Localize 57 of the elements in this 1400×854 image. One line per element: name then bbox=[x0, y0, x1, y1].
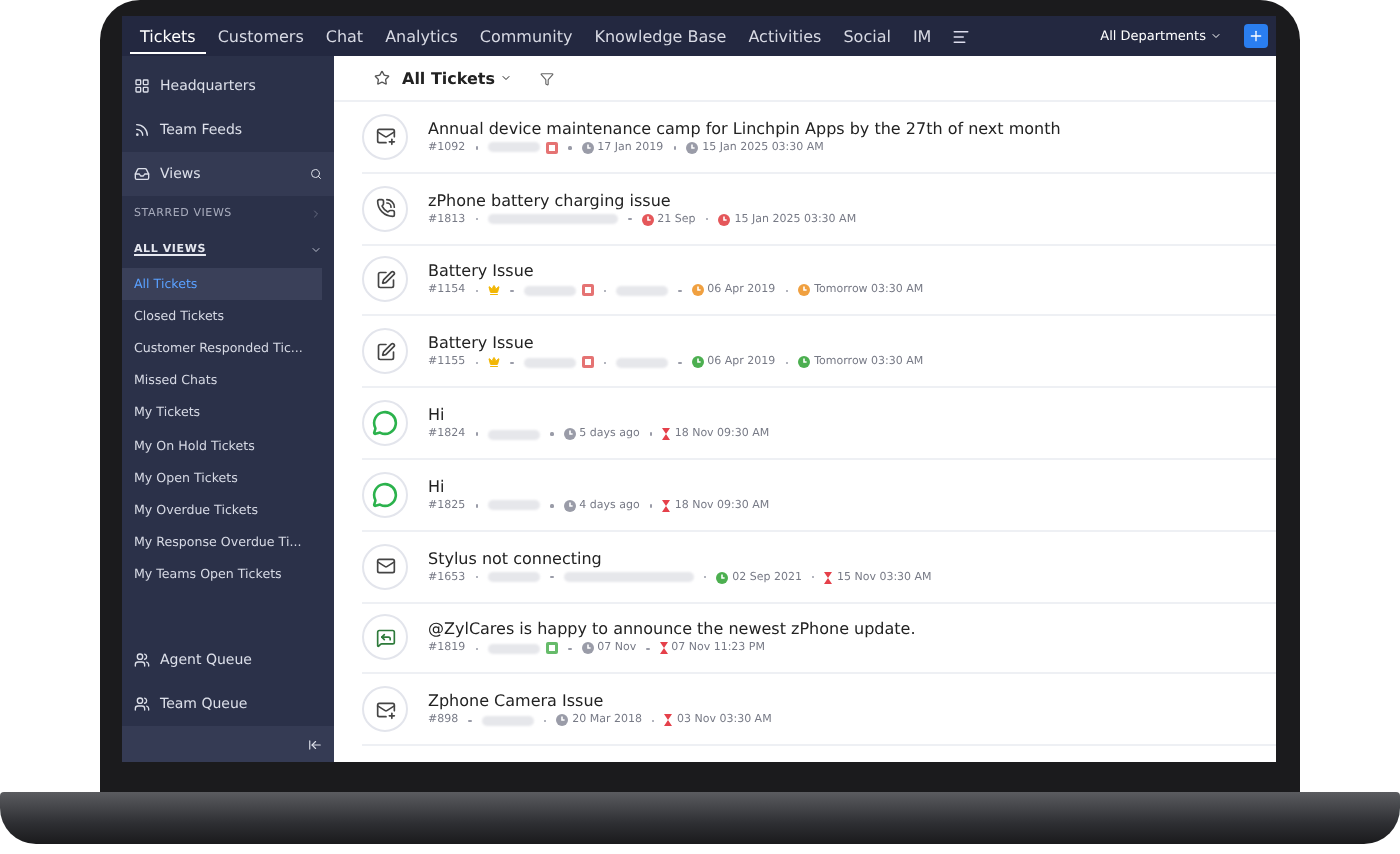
blurred-text bbox=[488, 429, 541, 440]
blurred-text bbox=[481, 715, 534, 726]
phone-icon bbox=[375, 198, 395, 219]
ticket-title[interactable]: Annual device maintenance camp for Linchpin Apps by the 27th of next month bbox=[428, 119, 1061, 138]
ticket-title[interactable]: Hi bbox=[428, 406, 770, 425]
filter-icon[interactable] bbox=[539, 71, 554, 85]
ticket-title[interactable]: Battery Issue bbox=[428, 262, 924, 281]
ticket-title[interactable]: Zphone Camera Issue bbox=[428, 692, 772, 711]
chat-bubble-icon bbox=[372, 410, 398, 437]
ticket-title[interactable]: Battery Issue bbox=[428, 334, 924, 353]
search-icon[interactable] bbox=[310, 168, 322, 180]
blurred-text bbox=[616, 285, 669, 296]
blurred-text bbox=[523, 357, 576, 368]
ticket-title[interactable]: Stylus not connecting bbox=[428, 549, 932, 568]
form-icon bbox=[375, 269, 395, 290]
ticket-title[interactable]: zPhone battery charging issue bbox=[428, 191, 857, 210]
blurred-text bbox=[488, 500, 541, 511]
add-button[interactable] bbox=[1244, 24, 1268, 48]
users-icon bbox=[134, 696, 150, 712]
nav-tab[interactable]: Analytics bbox=[375, 19, 468, 53]
nav-tab[interactable]: Social bbox=[833, 19, 901, 53]
blurred-text bbox=[523, 285, 576, 296]
blurred-text bbox=[488, 214, 619, 225]
nav-tab[interactable]: Activities bbox=[738, 19, 832, 53]
nav-tab[interactable]: Tickets bbox=[130, 19, 206, 53]
grid-icon bbox=[134, 78, 150, 94]
blurred-text bbox=[616, 357, 669, 368]
nav-tab[interactable]: Chat bbox=[315, 19, 374, 53]
view-selector[interactable]: All Tickets bbox=[402, 69, 512, 87]
form-icon bbox=[375, 341, 395, 362]
caret-icon bbox=[1210, 30, 1222, 42]
reply-icon bbox=[375, 627, 395, 648]
nav-tab[interactable]: Knowledge Base bbox=[584, 19, 737, 53]
blurred-text bbox=[563, 572, 694, 583]
mail-icon bbox=[375, 556, 395, 577]
chevron-icon[interactable] bbox=[310, 244, 322, 256]
mail-icon bbox=[375, 126, 395, 147]
blurred-text bbox=[488, 572, 541, 583]
star-icon[interactable] bbox=[374, 70, 390, 86]
mail-icon bbox=[375, 699, 395, 720]
collapse-icon[interactable] bbox=[308, 737, 322, 751]
ticket-title[interactable]: @ZylCares is happy to announce the newest zPhone update. bbox=[428, 620, 916, 639]
inbox-icon bbox=[134, 166, 150, 182]
caret-icon bbox=[499, 72, 512, 84]
nav-tab[interactable]: Customers bbox=[207, 19, 314, 53]
users-icon bbox=[134, 652, 150, 668]
more-icon[interactable] bbox=[951, 27, 970, 45]
crown-icon bbox=[488, 356, 501, 369]
blurred-text bbox=[488, 643, 541, 654]
ticket-title[interactable]: Hi bbox=[428, 477, 770, 496]
feed-icon bbox=[134, 122, 150, 138]
plus-icon bbox=[1248, 28, 1264, 44]
nav-tab[interactable]: IM bbox=[902, 19, 942, 53]
chat-bubble-icon bbox=[372, 481, 398, 508]
crown-icon bbox=[488, 284, 501, 297]
blurred-text bbox=[488, 142, 541, 153]
nav-tab[interactable]: Community bbox=[469, 19, 583, 53]
